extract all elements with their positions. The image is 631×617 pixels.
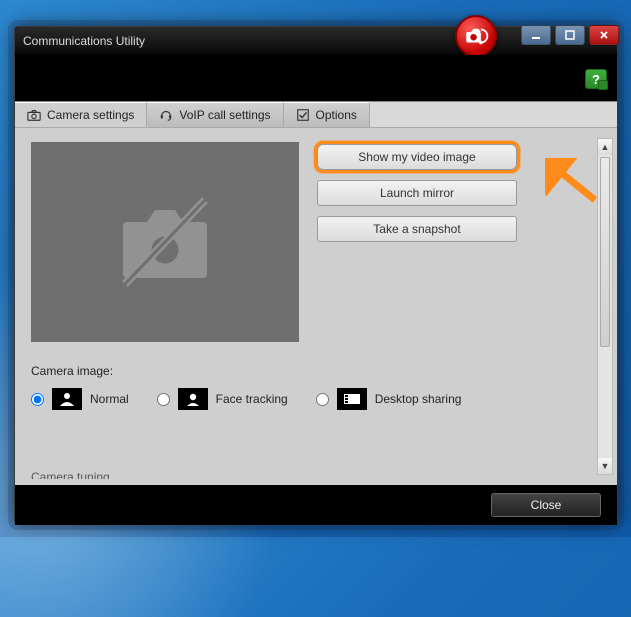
minimize-icon bbox=[531, 30, 541, 40]
scroll-up-button[interactable]: ▲ bbox=[598, 139, 612, 155]
radio-desktop-sharing[interactable]: Desktop sharing bbox=[316, 388, 462, 410]
radio-label: Face tracking bbox=[216, 392, 288, 406]
help-button[interactable]: ? bbox=[585, 69, 607, 89]
tab-row: Camera settings VoIP call settings Optio… bbox=[15, 101, 617, 127]
scroll-down-button[interactable]: ▼ bbox=[598, 458, 612, 474]
maximize-button[interactable] bbox=[555, 25, 585, 45]
close-button[interactable]: Close bbox=[491, 493, 601, 517]
annotation-arrow-icon bbox=[545, 158, 605, 208]
show-video-button[interactable]: Show my video image bbox=[317, 144, 517, 170]
section-label: Camera image: bbox=[31, 364, 589, 378]
launch-mirror-button[interactable]: Launch mirror bbox=[317, 180, 517, 206]
footer: Close bbox=[15, 485, 617, 525]
face-tracking-icon bbox=[178, 388, 208, 410]
radio-label: Normal bbox=[90, 392, 129, 406]
tab-label: Options bbox=[316, 108, 357, 122]
tab-label: VoIP call settings bbox=[179, 108, 270, 122]
headset-icon bbox=[159, 108, 173, 122]
radio-row: Normal Face tracking Desktop sharing bbox=[31, 388, 589, 410]
maximize-icon bbox=[565, 30, 575, 40]
window-close-button[interactable] bbox=[589, 25, 619, 45]
radio-input[interactable] bbox=[157, 393, 170, 406]
radio-input[interactable] bbox=[316, 393, 329, 406]
vertical-scrollbar[interactable]: ▲ ▼ bbox=[597, 138, 613, 475]
tab-camera-settings[interactable]: Camera settings bbox=[15, 102, 147, 127]
normal-icon bbox=[52, 388, 82, 410]
camera-icon bbox=[27, 108, 41, 122]
truncated-section-label: Camera tuning bbox=[31, 470, 110, 479]
action-buttons: Show my video image Launch mirror Take a… bbox=[317, 142, 517, 475]
app-badge bbox=[455, 15, 497, 57]
content-panel: Show my video image Launch mirror Take a… bbox=[15, 127, 617, 485]
radio-label: Desktop sharing bbox=[375, 392, 462, 406]
no-camera-icon bbox=[105, 192, 225, 292]
camera-headset-icon bbox=[463, 23, 489, 49]
top-strip: ? bbox=[15, 55, 617, 101]
minimize-button[interactable] bbox=[521, 25, 551, 45]
tab-voip-settings[interactable]: VoIP call settings bbox=[147, 102, 283, 127]
tab-label: Camera settings bbox=[47, 108, 134, 122]
camera-image-section: Camera image: Normal Face tracking bbox=[31, 364, 589, 410]
take-snapshot-button[interactable]: Take a snapshot bbox=[317, 216, 517, 242]
close-icon bbox=[599, 30, 609, 40]
app-window: Communications Utility ? Camera settings… bbox=[14, 26, 618, 524]
radio-face-tracking[interactable]: Face tracking bbox=[157, 388, 288, 410]
scroll-thumb[interactable] bbox=[600, 157, 610, 347]
video-preview bbox=[31, 142, 299, 342]
desktop-sharing-icon bbox=[337, 388, 367, 410]
help-icon: ? bbox=[592, 72, 600, 87]
tab-options[interactable]: Options bbox=[284, 102, 370, 127]
window-controls bbox=[521, 25, 619, 45]
radio-input[interactable] bbox=[31, 393, 44, 406]
checkbox-icon bbox=[296, 108, 310, 122]
radio-normal[interactable]: Normal bbox=[31, 388, 129, 410]
